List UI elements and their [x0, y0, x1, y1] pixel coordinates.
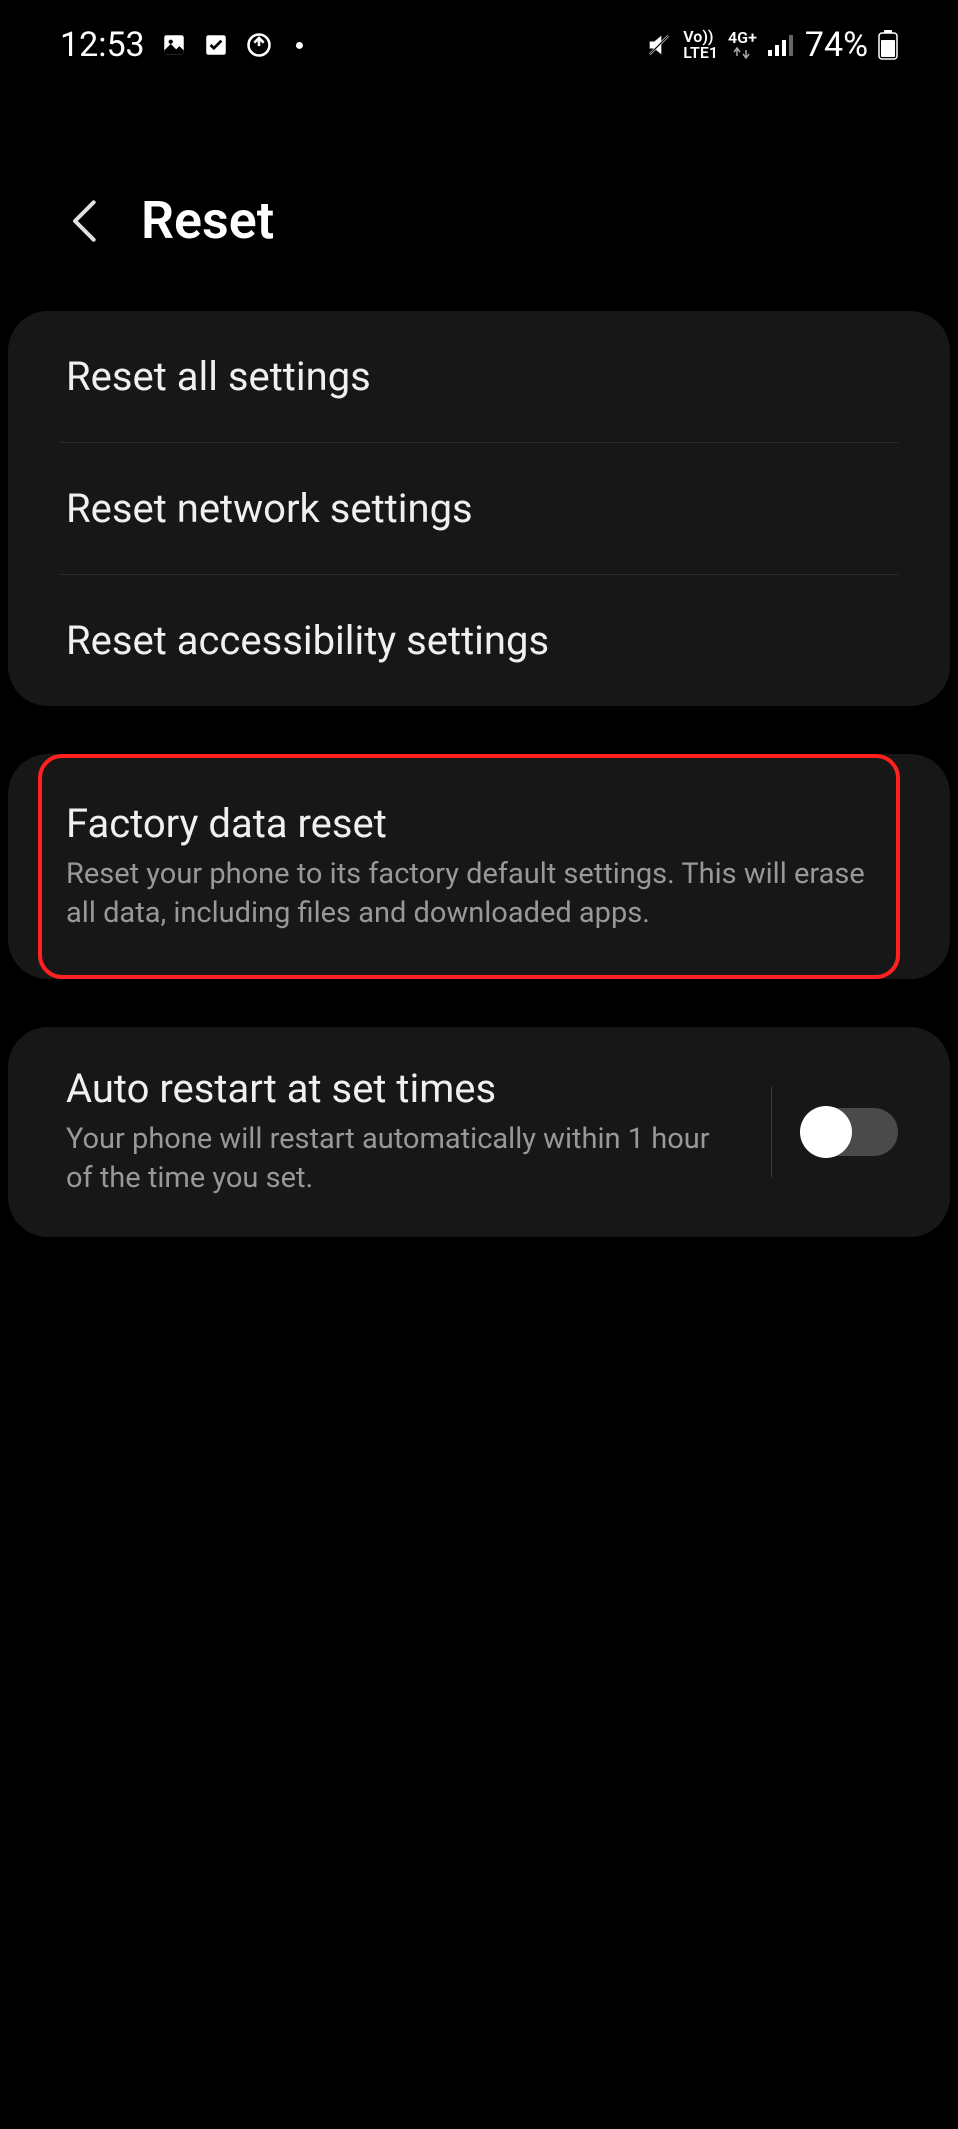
- row-desc: Reset your phone to its factory default …: [66, 855, 892, 933]
- status-time: 12:53: [60, 25, 145, 65]
- status-right: Vo)) LTE1 4G+ 74%: [645, 25, 898, 65]
- reset-accessibility-settings-row[interactable]: Reset accessibility settings: [8, 575, 950, 706]
- app-update-icon: [245, 31, 273, 59]
- toggle-text: Auto restart at set times Your phone wil…: [66, 1065, 761, 1198]
- toggle-separator: [771, 1087, 772, 1177]
- reset-network-settings-row[interactable]: Reset network settings: [8, 443, 950, 574]
- auto-restart-card: Auto restart at set times Your phone wil…: [8, 1027, 950, 1236]
- download-complete-icon: [203, 32, 229, 58]
- back-button[interactable]: [65, 197, 101, 245]
- row-desc: Your phone will restart automatically wi…: [66, 1120, 741, 1198]
- signal-icon: [767, 33, 795, 57]
- factory-data-reset-row[interactable]: Factory data reset Reset your phone to i…: [8, 758, 950, 975]
- page-title: Reset: [141, 190, 274, 251]
- status-left: 12:53 ●: [60, 25, 304, 65]
- row-title: Reset accessibility settings: [66, 617, 892, 664]
- auto-restart-toggle[interactable]: [802, 1108, 898, 1156]
- row-title: Factory data reset: [66, 800, 892, 847]
- factory-reset-card: Factory data reset Reset your phone to i…: [8, 754, 950, 979]
- data-type-badge: 4G+: [728, 30, 757, 60]
- photo-icon: [161, 32, 187, 58]
- page-header: Reset: [0, 90, 958, 311]
- battery-icon: [878, 30, 898, 60]
- row-title: Reset network settings: [66, 485, 892, 532]
- toggle-knob: [800, 1106, 852, 1158]
- more-icon: ●: [295, 35, 305, 55]
- row-title: Reset all settings: [66, 353, 892, 400]
- reset-options-card: Reset all settings Reset network setting…: [8, 311, 950, 706]
- battery-percent: 74%: [805, 25, 868, 65]
- reset-all-settings-row[interactable]: Reset all settings: [8, 311, 950, 442]
- auto-restart-row[interactable]: Auto restart at set times Your phone wil…: [8, 1027, 950, 1236]
- volte-badge: Vo)) LTE1: [683, 29, 718, 61]
- mute-icon: [645, 31, 673, 59]
- status-bar: 12:53 ● Vo)) LTE1 4G+ 74%: [0, 0, 958, 90]
- row-title: Auto restart at set times: [66, 1065, 741, 1112]
